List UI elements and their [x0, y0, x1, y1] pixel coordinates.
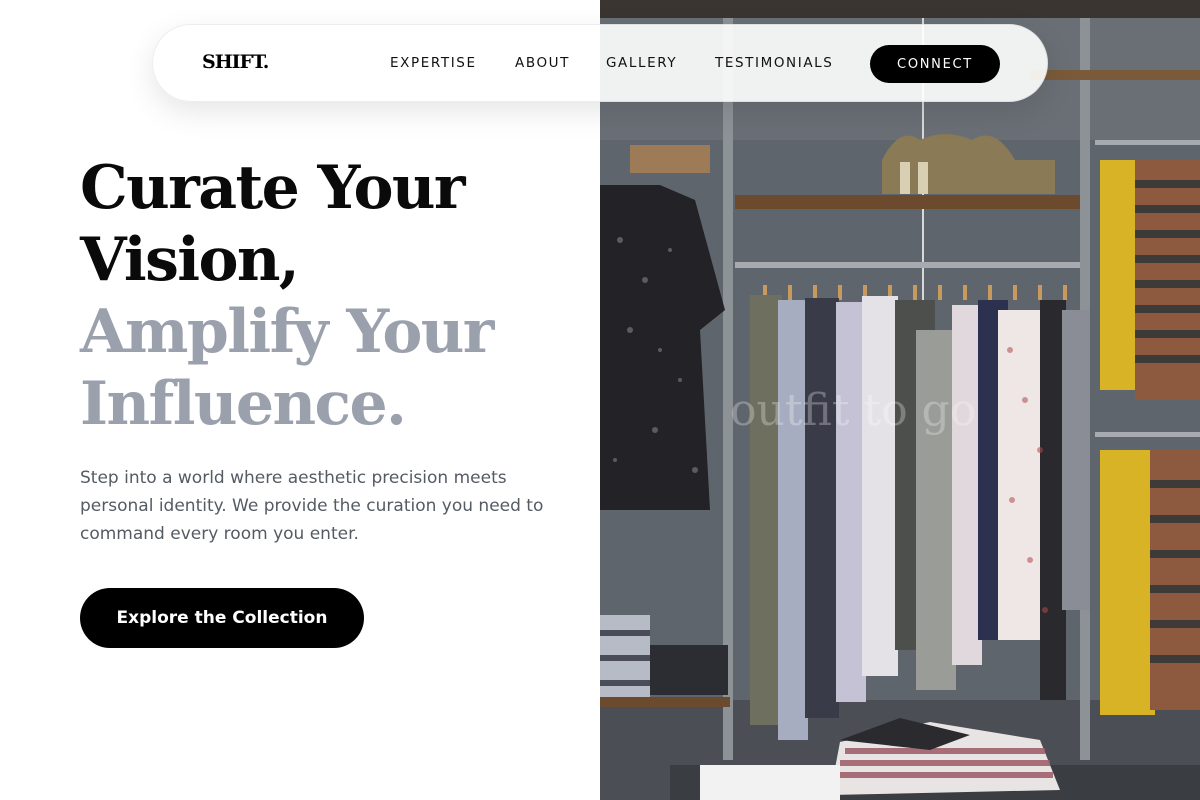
nav-link-about[interactable]: ABOUT — [515, 55, 574, 71]
headline-line-1: Curate Your — [80, 153, 466, 223]
headline-line-3: Amplify Your — [80, 297, 494, 367]
brand-logo[interactable]: SHIFT. — [202, 51, 269, 73]
nav-link-expertise[interactable]: EXPERTISE — [390, 55, 483, 71]
nav-link-testimonials[interactable]: TESTIMONIALS — [715, 55, 839, 71]
hero-subcopy: Step into a world where aesthetic precis… — [80, 468, 544, 544]
headline-line-2: Vision, — [80, 225, 300, 295]
headline-line-4: Influence. — [80, 369, 407, 439]
hero-photo: outfit to go — [600, 0, 1200, 800]
explore-collection-button[interactable]: Explore the Collection — [80, 588, 364, 648]
hero-section: Curate Your Vision, Amplify Your Influen… — [80, 152, 580, 440]
hero-headline: Curate Your Vision, Amplify Your Influen… — [80, 152, 580, 440]
connect-button[interactable]: CONNECT — [870, 45, 1000, 83]
boutique-clothing-rack-photo: outfit to go — [600, 0, 1200, 800]
photo-watermark: outfit to go — [730, 385, 976, 436]
nav-link-gallery[interactable]: GALLERY — [606, 55, 683, 71]
top-navigation: SHIFT. EXPERTISE ABOUT GALLERY TESTIMONI… — [152, 24, 1048, 102]
nav-links: EXPERTISE ABOUT GALLERY TESTIMONIALS — [390, 55, 839, 71]
